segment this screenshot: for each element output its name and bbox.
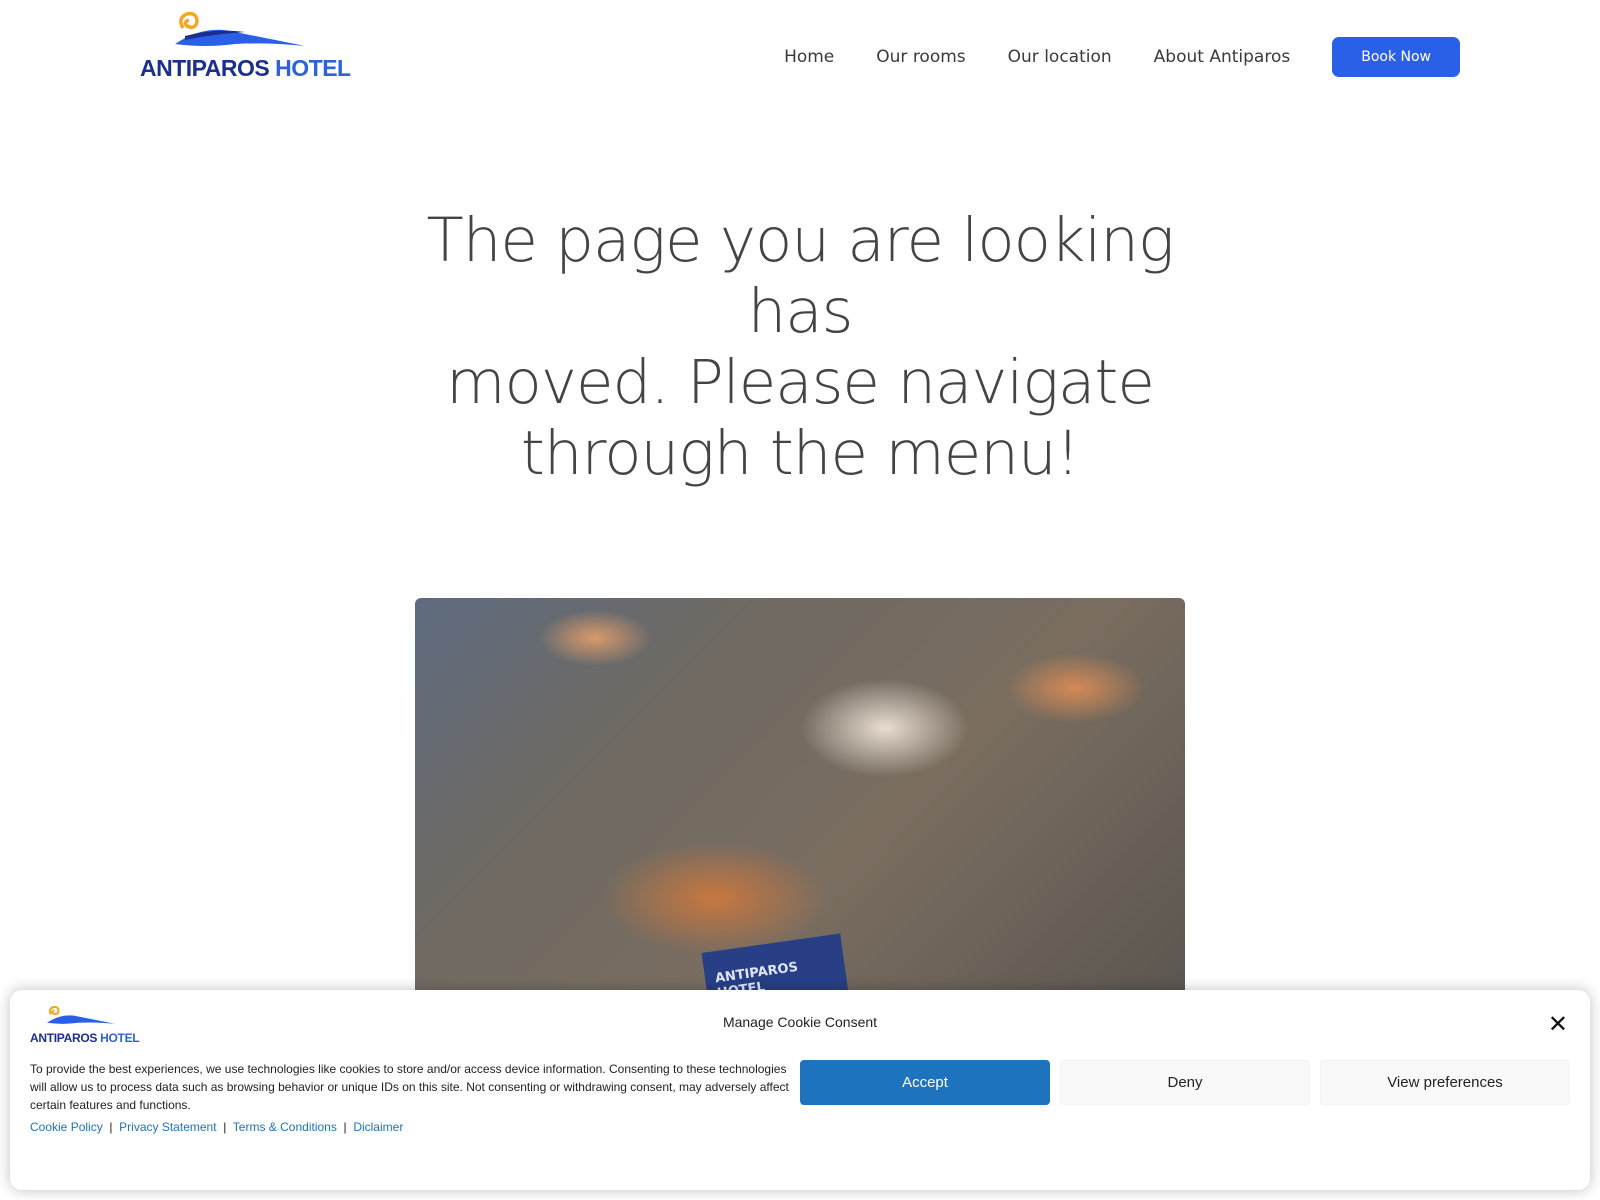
cookie-consent-banner: ANTIPAROS HOTEL Manage Cookie Consent ✕ … bbox=[10, 990, 1590, 1190]
seashells-photo: ANTIPAROS HOTEL bbox=[415, 598, 1185, 998]
logo-word: HOTEL bbox=[275, 55, 351, 81]
logo-text: ANTIPAROS HOTEL bbox=[140, 55, 351, 82]
cookie-policy-link[interactable]: Cookie Policy bbox=[30, 1120, 103, 1134]
logo-word: ANTIPAROS bbox=[140, 55, 270, 81]
logo-word: ANTIPAROS bbox=[30, 1031, 98, 1045]
logo-word: HOTEL bbox=[100, 1031, 140, 1045]
cookie-links: Cookie Policy | Privacy Statement | Term… bbox=[30, 1120, 403, 1134]
terms-link[interactable]: Terms & Conditions bbox=[233, 1120, 337, 1134]
logo-wave-icon bbox=[175, 11, 305, 46]
privacy-statement-link[interactable]: Privacy Statement bbox=[119, 1120, 216, 1134]
deny-button[interactable]: Deny bbox=[1060, 1060, 1310, 1105]
cookie-text: To provide the best experiences, we use … bbox=[30, 1062, 789, 1112]
disclaimer-link[interactable]: Diclaimer bbox=[353, 1120, 403, 1134]
heading-line: through the menu! bbox=[520, 418, 1080, 489]
nav-about-antiparos[interactable]: About Antiparos bbox=[1154, 47, 1291, 67]
main-nav: Home Our rooms Our location About Antipa… bbox=[784, 37, 1460, 77]
cookie-title: Manage Cookie Consent bbox=[722, 1014, 878, 1030]
logo-text: ANTIPAROS HOTEL bbox=[30, 1031, 140, 1045]
photo-hotel-card: ANTIPAROS HOTEL bbox=[701, 933, 849, 998]
book-now-button[interactable]: Book Now bbox=[1332, 37, 1460, 77]
heading-line: moved. Please navigate bbox=[446, 347, 1155, 418]
nav-our-location[interactable]: Our location bbox=[1008, 47, 1112, 67]
nav-home[interactable]: Home bbox=[784, 47, 834, 67]
page-heading: The page you are looking has moved. Plea… bbox=[0, 205, 1600, 489]
separator: | bbox=[109, 1120, 113, 1134]
site-logo[interactable]: ANTIPAROS HOTEL bbox=[140, 10, 351, 82]
nav-our-rooms[interactable]: Our rooms bbox=[876, 47, 965, 67]
close-icon[interactable]: ✕ bbox=[1548, 1010, 1568, 1038]
separator: | bbox=[343, 1120, 347, 1134]
heading-line: The page you are looking has bbox=[426, 205, 1174, 347]
separator: | bbox=[223, 1120, 227, 1134]
view-preferences-button[interactable]: View preferences bbox=[1320, 1060, 1570, 1105]
accept-button[interactable]: Accept bbox=[800, 1060, 1050, 1105]
